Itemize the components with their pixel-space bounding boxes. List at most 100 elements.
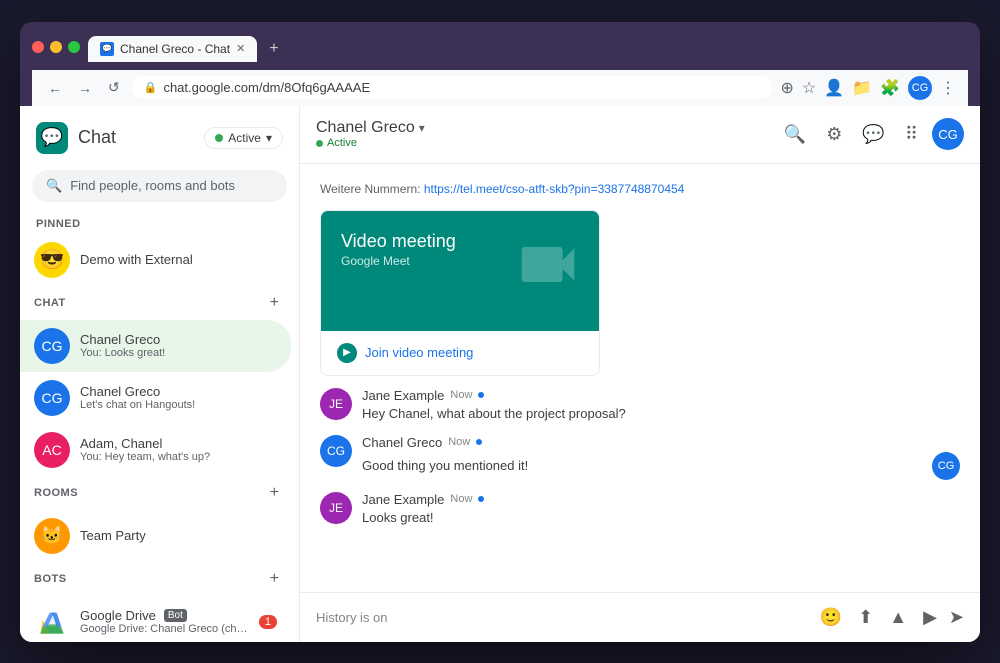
add-room-button[interactable]: + — [264, 482, 285, 504]
message-meta-0: Jane Example Now — [362, 388, 960, 403]
upload-button[interactable]: ⬆ — [854, 603, 877, 632]
close-dot[interactable] — [32, 41, 44, 53]
browser-actions: ⊕ ☆ 👤 📁 🧩 CG ⋮ — [780, 76, 956, 100]
team-party-name: Team Party — [80, 528, 277, 543]
meet-link[interactable]: https://tel.meet/cso-atft-skb?pin=338774… — [424, 182, 685, 196]
search-icon: 🔍 — [46, 178, 62, 194]
contact-info: Chanel Greco ▾ Active — [316, 119, 425, 149]
extension-icon-2[interactable]: 📁 — [852, 78, 872, 98]
drive-button[interactable]: ▲ — [885, 603, 911, 632]
minimize-dot[interactable] — [50, 41, 62, 53]
chat-logo: 💬 — [36, 122, 68, 154]
chat-section-label: CHAT — [34, 297, 264, 309]
jane-example-avatar-2: JE — [320, 492, 352, 524]
chanel-greco-preview-2: Let's chat on Hangouts! — [80, 399, 277, 411]
profile-icon[interactable]: CG — [908, 76, 932, 100]
join-label: Join video meeting — [365, 345, 473, 360]
message-input-area: History is on 🙂 ⬆ ▲ ▶ ➤ — [300, 592, 980, 642]
msg-sender-2: Jane Example — [362, 492, 444, 507]
team-party-avatar: 🐱 — [34, 518, 70, 554]
lock-icon: 🔒 — [144, 81, 158, 94]
google-drive-name: Google Drive — [80, 608, 156, 623]
active-status-dropdown[interactable]: Active ▾ — [204, 127, 283, 149]
account-icon[interactable]: ⊕ — [780, 78, 793, 98]
demo-item-name: Demo with External — [80, 252, 277, 267]
settings-icon[interactable]: ⚙ — [820, 118, 848, 151]
join-video-button[interactable]: ▶ Join video meeting — [321, 331, 599, 375]
chanel-greco-avatar-2: CG — [34, 380, 70, 416]
maximize-dot[interactable] — [68, 41, 80, 53]
sidebar-header: 💬 Chat Active ▾ — [20, 106, 299, 162]
sidebar-item-adam-chanel[interactable]: AC Adam, Chanel You: Hey team, what's up… — [20, 424, 291, 476]
add-chat-button[interactable]: + — [264, 292, 285, 314]
contact-status: Active — [316, 137, 425, 149]
menu-icon[interactable]: ⋮ — [940, 78, 956, 98]
msg-time-1: Now — [448, 436, 470, 448]
extension-icon-3[interactable]: 🧩 — [880, 78, 900, 98]
message-meta-2: Jane Example Now — [362, 492, 960, 507]
add-bot-button[interactable]: + — [264, 568, 285, 590]
sidebar: 💬 Chat Active ▾ 🔍 Find people, rooms and… — [20, 106, 300, 642]
demo-item-content: Demo with External — [80, 252, 277, 267]
video-meeting-subtitle: Google Meet — [341, 254, 456, 268]
camera-icon — [513, 229, 583, 312]
chat-bubble-icon[interactable]: 💬 — [856, 118, 890, 151]
url-text: chat.google.com/dm/8Ofq6gAAAAE — [163, 80, 370, 95]
chanel-greco-preview-1: You: Looks great! — [80, 347, 277, 359]
emoji-button[interactable]: 🙂 — [816, 603, 846, 632]
message-row-0: JE Jane Example Now Hey Chanel, what abo… — [320, 388, 960, 423]
address-bar[interactable]: 🔒 chat.google.com/dm/8Ofq6gAAAAE — [132, 76, 773, 99]
header-actions: 🔍 ⚙ 💬 ⠿ CG — [778, 118, 964, 151]
sidebar-item-chanel-greco-1[interactable]: CG Chanel Greco You: Looks great! — [20, 320, 291, 372]
video-card-text: Video meeting Google Meet — [341, 231, 456, 268]
video-meeting-card: Video meeting Google Meet ▶ Join video m… — [320, 210, 600, 376]
search-chat-icon[interactable]: 🔍 — [778, 118, 812, 151]
msg-text-2: Looks great! — [362, 509, 960, 527]
sidebar-item-chanel-greco-2[interactable]: CG Chanel Greco Let's chat on Hangouts! — [20, 372, 291, 424]
msg-sender-0: Jane Example — [362, 388, 444, 403]
bot-label: Bot — [164, 609, 187, 622]
chanel-msg-avatar: CG — [320, 435, 352, 467]
sidebar-item-demo-external[interactable]: 😎 Demo with External — [20, 234, 291, 286]
reaction-avatar: CG — [932, 452, 960, 480]
chat-app-title: Chat — [78, 127, 116, 148]
search-box[interactable]: 🔍 Find people, rooms and bots — [32, 170, 287, 202]
send-button[interactable]: ➤ — [949, 607, 964, 628]
bots-section-header: BOTS + — [20, 562, 299, 596]
dropdown-chevron: ▾ — [266, 131, 272, 145]
search-placeholder: Find people, rooms and bots — [70, 178, 235, 193]
adam-chanel-name: Adam, Chanel — [80, 436, 277, 451]
forward-button[interactable]: → — [74, 78, 96, 98]
msg-sender-1: Chanel Greco — [362, 435, 442, 450]
new-tab-button[interactable]: + — [261, 36, 286, 62]
msg-time-0: Now — [450, 389, 472, 401]
message-input-placeholder[interactable]: History is on — [316, 606, 808, 629]
window-controls — [32, 41, 80, 53]
chanel-greco-content-2: Chanel Greco Let's chat on Hangouts! — [80, 384, 277, 411]
bots-section-label: BOTS — [34, 573, 264, 585]
msg-row-with-reaction: Good thing you mentioned it! CG — [362, 452, 960, 480]
browser-tab[interactable]: 💬 Chanel Greco - Chat ✕ — [88, 36, 257, 62]
video-button[interactable]: ▶ — [919, 603, 941, 632]
message-meta-1: Chanel Greco Now — [362, 435, 960, 450]
pinned-section-label: PINNED — [20, 210, 299, 234]
tab-close-button[interactable]: ✕ — [236, 42, 245, 55]
mehr-nummmern-row: Weitere Nummern: https://tel.meet/cso-at… — [320, 180, 960, 198]
google-drive-badge: 1 — [259, 615, 277, 629]
back-button[interactable]: ← — [44, 78, 66, 98]
bookmark-icon[interactable]: ☆ — [802, 78, 816, 98]
sidebar-item-team-party[interactable]: 🐱 Team Party — [20, 510, 291, 562]
message-row-1: CG Chanel Greco Now Good thing you menti… — [320, 435, 960, 480]
google-drive-icon — [34, 604, 70, 640]
video-meeting-title: Video meeting — [341, 231, 456, 252]
team-party-content: Team Party — [80, 528, 277, 543]
active-label: Active — [228, 131, 261, 145]
extension-icon-1[interactable]: 👤 — [824, 78, 844, 98]
msg-online-dot-2 — [478, 496, 484, 502]
contact-dropdown[interactable]: ▾ — [419, 121, 425, 135]
refresh-button[interactable]: ↺ — [104, 77, 124, 98]
apps-grid-icon[interactable]: ⠿ — [899, 118, 924, 151]
sidebar-item-google-drive[interactable]: Google Drive Bot Google Drive: Chanel Gr… — [20, 596, 291, 642]
user-avatar-header[interactable]: CG — [932, 118, 964, 150]
video-card-background: Video meeting Google Meet — [321, 211, 599, 331]
